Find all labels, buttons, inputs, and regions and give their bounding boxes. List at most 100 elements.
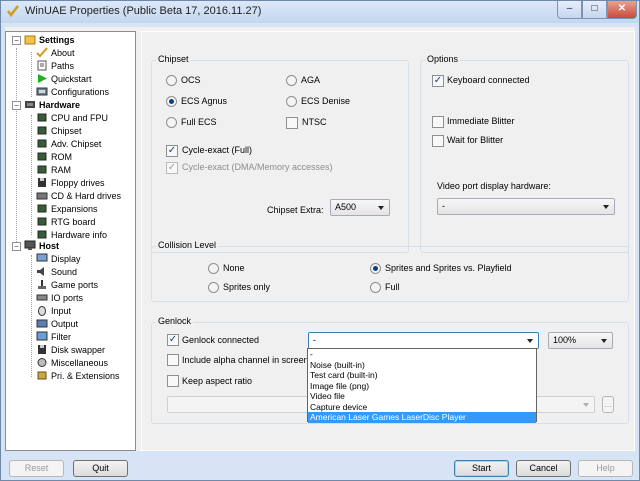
full-ecs-radio[interactable] xyxy=(166,117,177,128)
ocs-label[interactable]: OCS xyxy=(181,75,201,85)
cycle-exact-full-checkbox[interactable]: ✓ xyxy=(166,145,178,157)
title-bar[interactable]: WinUAE Properties (Public Beta 17, 2016.… xyxy=(1,1,639,23)
tree-item-quickstart[interactable]: Quickstart xyxy=(36,73,92,86)
collapse-host-expander[interactable]: − xyxy=(12,242,21,251)
collision-none-label[interactable]: None xyxy=(223,263,245,273)
ocs-radio[interactable] xyxy=(166,75,177,86)
tree-settings[interactable]: Settings xyxy=(24,34,75,47)
tree-item-game-ports[interactable]: Game ports xyxy=(36,279,98,292)
io-port-icon xyxy=(36,294,48,301)
tree-item-rom[interactable]: ROM xyxy=(36,151,72,164)
keep-aspect-label[interactable]: Keep aspect ratio xyxy=(182,376,252,386)
start-button[interactable]: Start xyxy=(454,460,509,477)
cycle-exact-dma-checkbox[interactable]: ✓ xyxy=(166,162,178,174)
keep-aspect-checkbox[interactable] xyxy=(167,375,179,387)
collision-sprites-only-radio[interactable] xyxy=(208,282,219,293)
keyboard-connected-checkbox[interactable]: ✓ xyxy=(432,75,444,87)
settings-tree[interactable]: − Settings About Paths Quickstart Config… xyxy=(5,31,136,451)
tree-item-floppy-drives[interactable]: Floppy drives xyxy=(36,177,105,190)
tree-item-adv-chipset[interactable]: Adv. Chipset xyxy=(36,138,101,151)
collision-sprites-playfield-radio[interactable] xyxy=(370,263,381,274)
include-alpha-label[interactable]: Include alpha channel in screen xyxy=(182,355,308,365)
chipset-group-title: Chipset xyxy=(156,54,191,64)
quit-button[interactable]: Quit xyxy=(73,460,128,477)
genlock-percent-select[interactable]: 100% xyxy=(548,332,613,349)
tree-item-pri-extensions[interactable]: Pri. & Extensions xyxy=(36,370,120,383)
tree-item-output[interactable]: Output xyxy=(36,318,78,331)
dropdown-option-highlighted[interactable]: American Laser Games LaserDisc Player xyxy=(308,412,536,423)
genlock-percent-value: 100% xyxy=(553,335,577,345)
cancel-button[interactable]: Cancel xyxy=(516,460,571,477)
tree-item-ram[interactable]: RAM xyxy=(36,164,71,177)
tree-item-cd-hard-drives[interactable]: CD & Hard drives xyxy=(36,190,121,203)
immediate-blitter-label[interactable]: Immediate Blitter xyxy=(447,116,515,126)
genlock-mode-select[interactable]: - xyxy=(308,332,539,349)
collision-sprites-only-label[interactable]: Sprites only xyxy=(223,282,270,292)
help-button[interactable]: Help xyxy=(578,460,633,477)
tree-host[interactable]: Host xyxy=(24,240,59,253)
video-port-select[interactable]: - xyxy=(437,198,615,215)
dropdown-option[interactable]: - xyxy=(308,349,536,360)
cpu-chip-icon xyxy=(37,113,47,122)
tree-item-rtg-board[interactable]: RTG board xyxy=(36,216,95,229)
ecs-agnus-label[interactable]: ECS Agnus xyxy=(181,96,227,106)
ecs-denise-radio[interactable] xyxy=(286,96,297,107)
tree-item-io-ports[interactable]: IO ports xyxy=(36,292,83,305)
dropdown-option[interactable]: Noise (built-in) xyxy=(308,360,536,371)
chipset-extra-select[interactable]: A500 xyxy=(330,199,390,216)
collision-sprites-playfield-label[interactable]: Sprites and Sprites vs. Playfield xyxy=(385,263,512,273)
minimize-button[interactable]: – xyxy=(557,1,582,19)
collision-full-radio[interactable] xyxy=(370,282,381,293)
collapse-settings-expander[interactable]: − xyxy=(12,36,21,45)
dropdown-option[interactable]: Video file xyxy=(308,391,536,402)
immediate-blitter-checkbox[interactable] xyxy=(432,116,444,128)
tree-item-input[interactable]: Input xyxy=(36,305,71,318)
genlock-connected-label[interactable]: Genlock connected xyxy=(182,335,259,345)
video-port-label: Video port display hardware: xyxy=(437,181,551,191)
wait-for-blitter-label[interactable]: Wait for Blitter xyxy=(447,135,503,145)
genlock-mode-dropdown[interactable]: - Noise (built-in) Test card (built-in) … xyxy=(307,348,537,423)
include-alpha-checkbox[interactable] xyxy=(167,354,179,366)
maximize-button[interactable]: □ xyxy=(582,1,607,19)
dropdown-option[interactable]: Test card (built-in) xyxy=(308,370,536,381)
cycle-exact-full-label[interactable]: Cycle-exact (Full) xyxy=(182,145,252,155)
aga-radio[interactable] xyxy=(286,75,297,86)
tree-item-cpu-and-fpu[interactable]: CPU and FPU xyxy=(36,112,108,125)
reset-button[interactable]: Reset xyxy=(9,460,64,477)
tree-item-disk-swapper[interactable]: Disk swapper xyxy=(36,344,105,357)
close-button[interactable]: ✕ xyxy=(607,1,637,19)
wait-for-blitter-checkbox[interactable] xyxy=(432,135,444,147)
tree-item-sound[interactable]: Sound xyxy=(36,266,77,279)
dropdown-option[interactable]: Capture device xyxy=(308,402,536,413)
tree-item-filter[interactable]: Filter xyxy=(36,331,71,344)
tree-hardware[interactable]: Hardware xyxy=(24,99,80,112)
tree-item-miscellaneous[interactable]: Miscellaneous xyxy=(36,357,108,370)
genlock-connected-checkbox[interactable]: ✓ xyxy=(167,334,179,346)
collision-full-label[interactable]: Full xyxy=(385,282,400,292)
keyboard-connected-label[interactable]: Keyboard connected xyxy=(447,75,530,85)
tree-item-configurations[interactable]: Configurations xyxy=(36,86,109,99)
chipset-extra-value: A500 xyxy=(335,202,357,212)
configurations-icon xyxy=(36,87,48,96)
ntsc-label[interactable]: NTSC xyxy=(302,117,327,127)
collision-none-radio[interactable] xyxy=(208,263,219,274)
hardware-chip-icon xyxy=(25,101,35,108)
genlock-browse-button[interactable]: ... xyxy=(602,396,614,413)
ecs-agnus-radio[interactable] xyxy=(166,96,177,107)
dropdown-option[interactable]: Image file (png) xyxy=(308,381,536,392)
tree-item-expansions[interactable]: Expansions xyxy=(36,203,98,216)
ntsc-checkbox[interactable] xyxy=(286,117,298,129)
hardware-info-icon xyxy=(37,230,47,239)
hard-drive-icon xyxy=(36,192,48,200)
aga-label[interactable]: AGA xyxy=(301,75,320,85)
collapse-hardware-expander[interactable]: − xyxy=(12,101,21,110)
tree-line xyxy=(31,115,32,235)
full-ecs-label[interactable]: Full ECS xyxy=(181,117,217,127)
tree-item-display[interactable]: Display xyxy=(36,253,81,266)
tree-item-about[interactable]: About xyxy=(36,47,75,60)
tree-line xyxy=(31,52,32,97)
chevron-down-icon xyxy=(603,205,609,209)
tree-item-paths[interactable]: Paths xyxy=(36,60,74,73)
ecs-denise-label[interactable]: ECS Denise xyxy=(301,96,350,106)
tree-item-chipset[interactable]: Chipset xyxy=(36,125,82,138)
